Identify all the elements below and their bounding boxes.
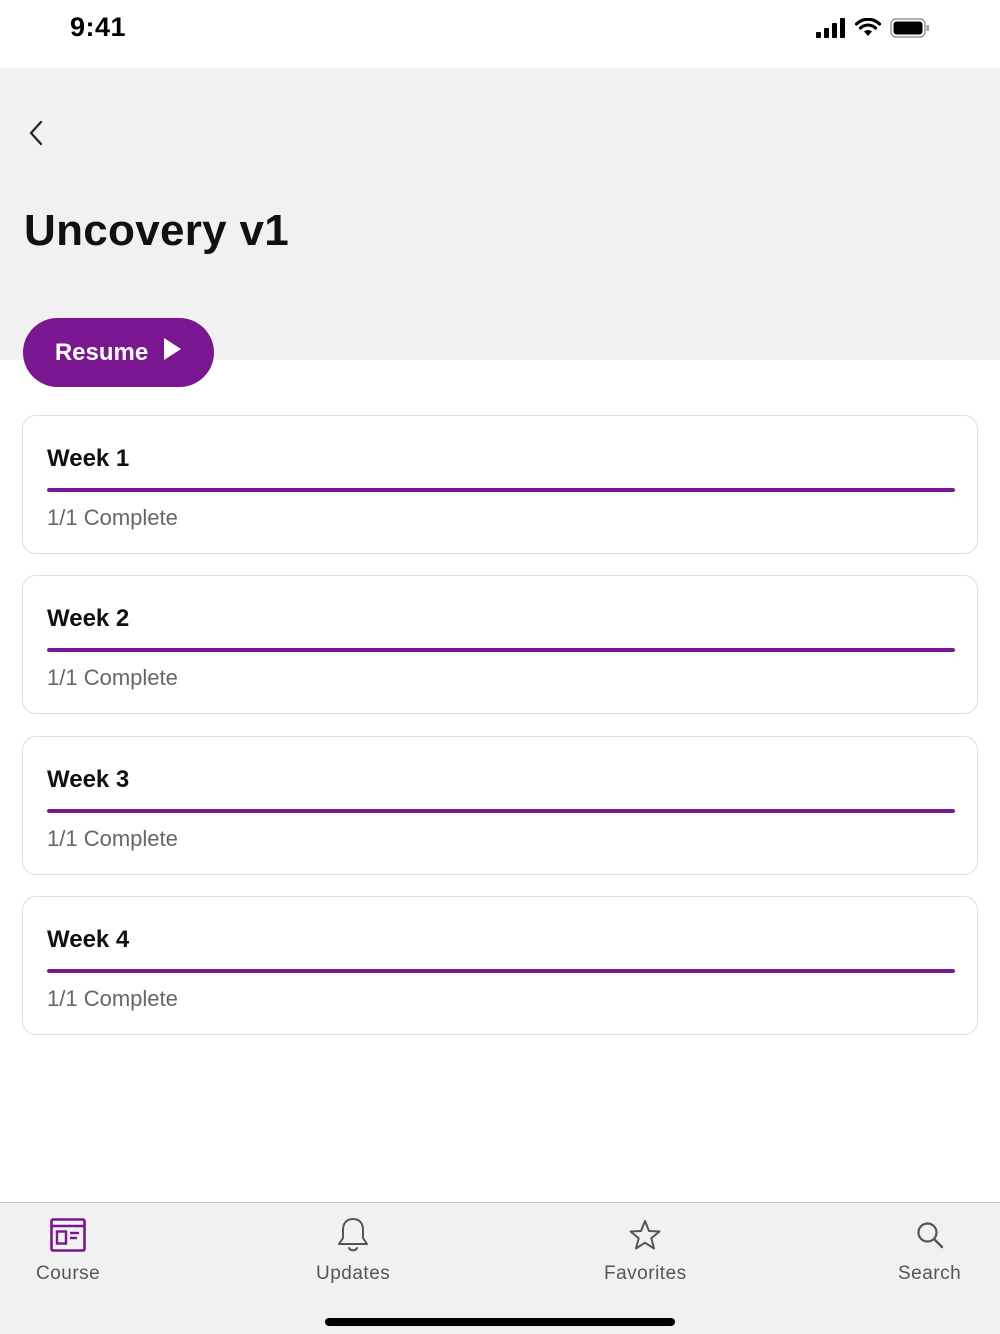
week-title: Week 2 (47, 605, 130, 632)
week-progress-bar (47, 809, 955, 813)
home-indicator (325, 1318, 675, 1326)
status-bar: 9:41 (0, 0, 1000, 68)
wifi-icon (854, 17, 882, 43)
search-icon (910, 1215, 950, 1255)
week-title: Week 4 (47, 926, 130, 953)
resume-button[interactable]: Resume (23, 318, 214, 387)
tab-favorites[interactable]: Favorites (604, 1215, 687, 1285)
cellular-signal-icon (816, 18, 846, 43)
tab-label: Search (898, 1263, 962, 1284)
tab-label: Favorites (604, 1263, 687, 1284)
status-icons (816, 17, 930, 43)
week-progress-fill (47, 488, 955, 492)
week-card[interactable]: Week 3 1/1 Complete (22, 736, 978, 875)
week-progress-fill (47, 969, 955, 973)
chevron-left-icon (28, 120, 44, 151)
tab-updates[interactable]: Updates (316, 1215, 390, 1285)
week-title: Week 3 (47, 766, 130, 793)
week-status: 1/1 Complete (47, 505, 178, 530)
week-progress-fill (47, 648, 955, 652)
week-status: 1/1 Complete (47, 665, 178, 690)
course-header: Uncovery v1 (0, 68, 1000, 360)
tab-label: Course (36, 1263, 101, 1284)
tab-bar: Course Updates Favorites Search (0, 1202, 1000, 1334)
week-progress-bar (47, 648, 955, 652)
tab-label: Updates (316, 1263, 391, 1284)
star-icon (625, 1215, 665, 1255)
week-title: Week 1 (47, 445, 130, 472)
play-icon (162, 337, 182, 368)
bell-icon (333, 1215, 373, 1255)
week-status: 1/1 Complete (47, 986, 178, 1011)
week-card[interactable]: Week 4 1/1 Complete (22, 896, 978, 1035)
week-card[interactable]: Week 1 1/1 Complete (22, 415, 978, 554)
tab-search[interactable]: Search (898, 1215, 961, 1285)
battery-icon (890, 18, 930, 43)
week-card[interactable]: Week 2 1/1 Complete (22, 575, 978, 714)
week-progress-bar (47, 488, 955, 492)
tab-course[interactable]: Course (36, 1215, 100, 1285)
resume-button-label: Resume (54, 338, 149, 366)
back-button[interactable] (20, 118, 52, 152)
page-title: Uncovery v1 (24, 206, 290, 255)
week-progress-fill (47, 809, 955, 813)
status-time: 9:41 (70, 12, 127, 42)
week-status: 1/1 Complete (47, 826, 178, 851)
week-progress-bar (47, 969, 955, 973)
course-icon (48, 1215, 88, 1255)
